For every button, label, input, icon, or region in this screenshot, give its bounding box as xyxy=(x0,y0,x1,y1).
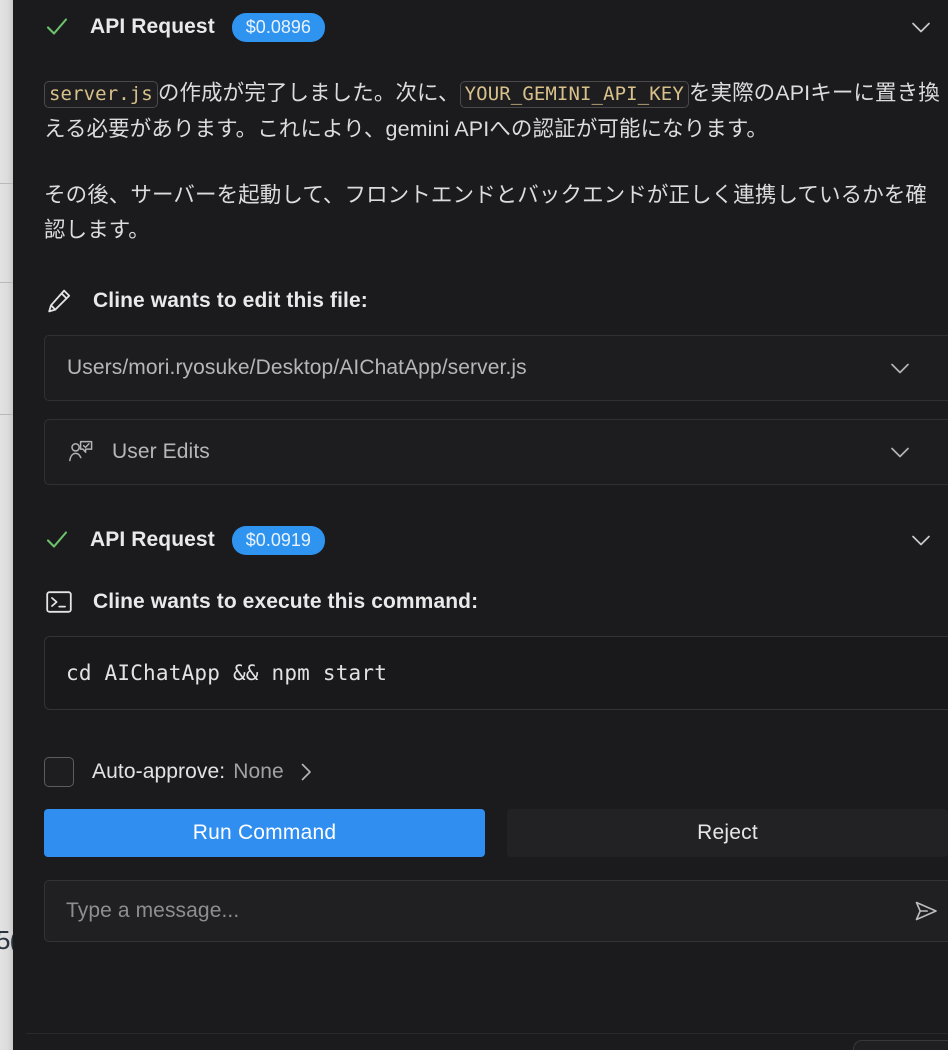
edit-file-heading: Cline wants to edit this file: xyxy=(13,286,948,316)
run-command-button[interactable]: Run Command xyxy=(44,809,485,857)
chevron-down-icon[interactable] xyxy=(887,355,913,381)
file-path-row[interactable]: Users/mori.ryosuke/Desktop/AIChatApp/ser… xyxy=(44,335,948,401)
user-edits-label: User Edits xyxy=(112,440,210,463)
assistant-paragraph-2: その後、サーバーを起動して、フロントエンドとバックエンドが正しく連携しているかを… xyxy=(44,183,928,242)
auto-approve-label: Auto-approve: xyxy=(92,760,226,783)
file-path-label: Users/mori.ryosuke/Desktop/AIChatApp/ser… xyxy=(67,356,527,379)
chevron-down-icon[interactable] xyxy=(908,527,934,553)
api-request-title: API Request xyxy=(90,528,215,551)
edit-file-heading-text: Cline wants to edit this file: xyxy=(93,289,368,312)
editor-gutter-strip xyxy=(0,0,13,1050)
action-button-row: Run Command Reject xyxy=(13,809,948,857)
auto-approve-value: None xyxy=(233,760,284,783)
chevron-right-icon[interactable] xyxy=(295,761,317,783)
command-text: cd AIChatApp && npm start xyxy=(66,661,388,685)
check-icon xyxy=(44,14,70,40)
cline-chat-panel: API Request $0.0896 server.js の作成が完了しました。… xyxy=(13,0,948,1050)
panel-bottom-divider xyxy=(26,1033,948,1034)
api-cost-badge: $0.0896 xyxy=(231,12,325,42)
execute-command-heading: Cline wants to execute this command: xyxy=(13,587,948,617)
api-request-row-2[interactable]: API Request $0.0919 xyxy=(13,513,948,567)
user-edits-row[interactable]: User Edits xyxy=(44,419,948,485)
user-feedback-icon xyxy=(67,438,95,466)
message-input[interactable] xyxy=(66,899,901,923)
chevron-down-icon[interactable] xyxy=(887,439,913,465)
pencil-icon xyxy=(44,286,74,316)
inline-code-api-key: YOUR_GEMINI_API_KEY xyxy=(459,81,689,108)
screen: 5( API Request $0.0896 xyxy=(0,0,948,1050)
send-icon[interactable] xyxy=(911,896,941,926)
chevron-down-icon[interactable] xyxy=(908,14,934,40)
auto-approve-checkbox[interactable] xyxy=(44,757,74,787)
paragraph-1-text-a: の作成が完了しました。次に、 xyxy=(157,81,460,105)
terminal-icon xyxy=(44,587,74,617)
inline-code-server-js: server.js xyxy=(44,81,158,108)
bottom-control-ghost xyxy=(853,1040,948,1050)
auto-approve-row[interactable]: Auto-approve: None xyxy=(13,757,948,787)
api-cost-badge: $0.0919 xyxy=(231,525,325,555)
execute-command-heading-text: Cline wants to execute this command: xyxy=(93,590,479,613)
assistant-paragraph-1: server.js の作成が完了しました。次に、 YOUR_GEMINI_API_K… xyxy=(13,76,948,147)
api-request-row-1[interactable]: API Request $0.0896 xyxy=(13,0,948,54)
api-request-title: API Request xyxy=(90,15,215,38)
reject-button[interactable]: Reject xyxy=(507,809,948,857)
message-input-wrapper[interactable] xyxy=(44,880,948,942)
check-icon xyxy=(44,527,70,553)
command-preview-box[interactable]: cd AIChatApp && npm start xyxy=(44,636,948,710)
